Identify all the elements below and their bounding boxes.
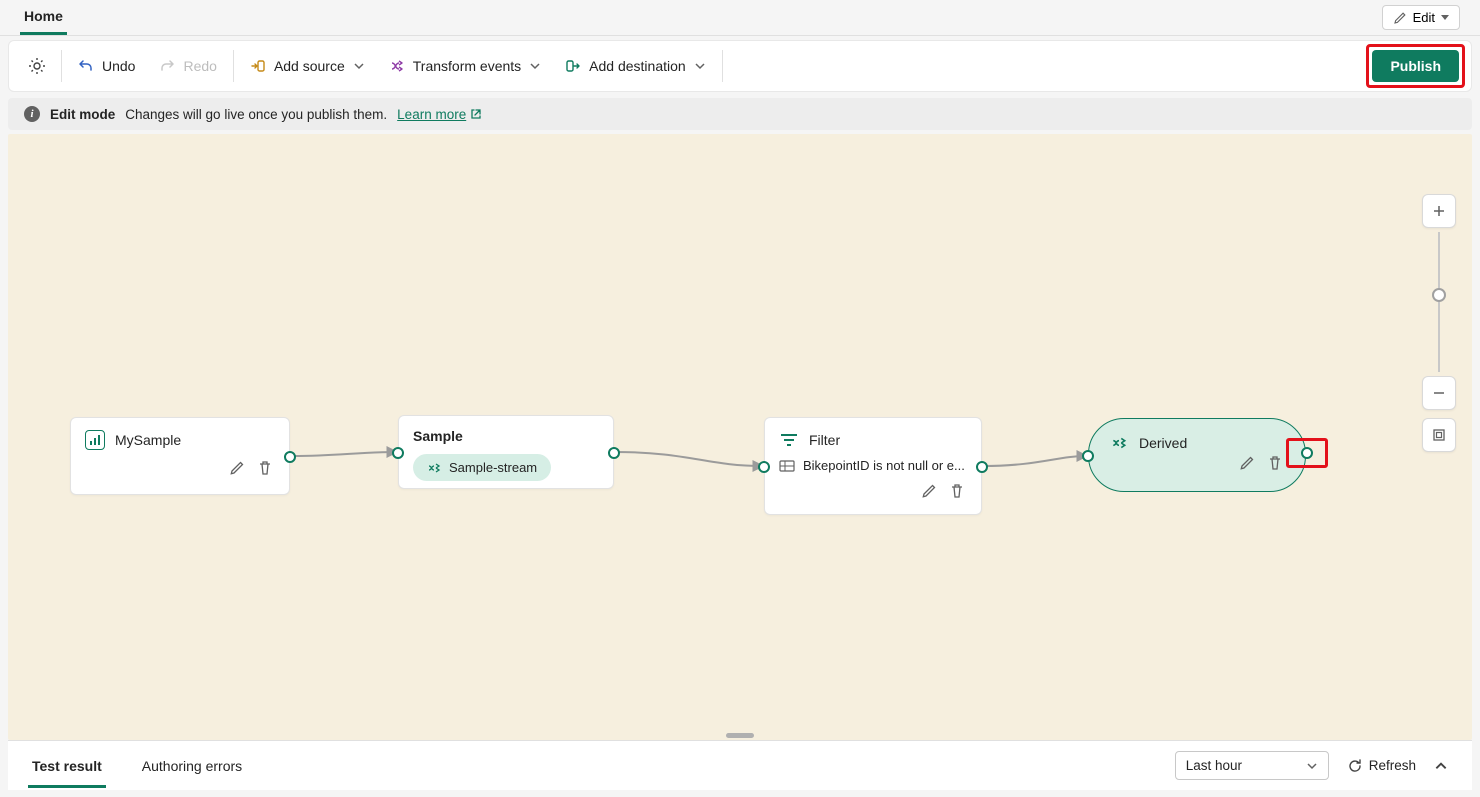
bottom-panel: Test result Authoring errors Last hour R… bbox=[8, 740, 1472, 790]
refresh-label: Refresh bbox=[1369, 758, 1416, 773]
canvas[interactable]: MySample Sample Sample-stream Filter bbox=[8, 134, 1472, 740]
node-filter[interactable]: Filter BikepointID is not null or e... bbox=[764, 417, 982, 515]
pencil-icon bbox=[1239, 455, 1255, 471]
edit-node-button[interactable] bbox=[227, 458, 247, 478]
pencil-icon bbox=[1393, 11, 1407, 25]
undo-icon bbox=[78, 58, 94, 74]
add-source-icon bbox=[250, 58, 266, 74]
panel-resize-handle[interactable] bbox=[726, 733, 754, 738]
fit-icon bbox=[1432, 428, 1446, 442]
trash-icon bbox=[1267, 455, 1283, 471]
trash-icon bbox=[257, 460, 273, 476]
output-port[interactable] bbox=[284, 451, 296, 463]
edit-node-button[interactable] bbox=[1237, 453, 1257, 473]
sample-pill-label: Sample-stream bbox=[449, 460, 537, 475]
add-destination-button[interactable]: Add destination bbox=[553, 50, 718, 82]
add-destination-icon bbox=[565, 58, 581, 74]
tab-authoring-errors[interactable]: Authoring errors bbox=[138, 744, 246, 788]
node-source[interactable]: MySample bbox=[70, 417, 290, 495]
chevron-up-icon bbox=[1434, 759, 1448, 773]
delete-node-button[interactable] bbox=[1265, 453, 1285, 473]
node-sample[interactable]: Sample Sample-stream bbox=[398, 415, 614, 489]
node-derived[interactable]: Derived bbox=[1088, 418, 1306, 492]
external-link-icon bbox=[470, 108, 482, 120]
caret-down-icon bbox=[1441, 15, 1449, 21]
node-sample-title: Sample bbox=[413, 428, 463, 444]
redo-label: Redo bbox=[183, 58, 216, 74]
edit-dropdown-button[interactable]: Edit bbox=[1382, 5, 1460, 30]
sample-stream-pill[interactable]: Sample-stream bbox=[413, 454, 551, 481]
edit-mode-label: Edit mode bbox=[50, 107, 115, 122]
toolbar: Undo Redo Add source Transform events Ad… bbox=[8, 40, 1472, 92]
add-source-label: Add source bbox=[274, 58, 345, 74]
add-destination-label: Add destination bbox=[589, 58, 686, 74]
pencil-icon bbox=[229, 460, 245, 476]
edit-label: Edit bbox=[1413, 10, 1435, 25]
node-source-title: MySample bbox=[115, 432, 181, 448]
plus-icon bbox=[1432, 204, 1446, 218]
collapse-panel-button[interactable] bbox=[1430, 755, 1452, 777]
transform-label: Transform events bbox=[413, 58, 521, 74]
edit-node-button[interactable] bbox=[919, 481, 939, 501]
pencil-icon bbox=[921, 483, 937, 499]
zoom-slider-track[interactable] bbox=[1438, 232, 1440, 372]
chevron-down-icon bbox=[1306, 760, 1318, 772]
filter-icon bbox=[779, 430, 799, 450]
redo-button[interactable]: Redo bbox=[147, 50, 228, 82]
stream-icon bbox=[1109, 433, 1129, 453]
time-range-select[interactable]: Last hour bbox=[1175, 751, 1329, 780]
fit-to-screen-button[interactable] bbox=[1422, 418, 1456, 452]
refresh-button[interactable]: Refresh bbox=[1347, 758, 1416, 774]
publish-button[interactable]: Publish bbox=[1372, 50, 1459, 82]
tab-home[interactable]: Home bbox=[20, 0, 67, 35]
chevron-down-icon bbox=[694, 60, 706, 72]
learn-more-link[interactable]: Learn more bbox=[397, 107, 482, 122]
minus-icon bbox=[1432, 386, 1446, 400]
output-port[interactable] bbox=[976, 461, 988, 473]
stream-icon bbox=[427, 461, 441, 475]
output-port[interactable] bbox=[608, 447, 620, 459]
zoom-in-button[interactable] bbox=[1422, 194, 1456, 228]
eventstream-icon bbox=[85, 430, 105, 450]
input-port[interactable] bbox=[1082, 450, 1094, 462]
node-filter-title: Filter bbox=[809, 432, 840, 448]
time-range-value: Last hour bbox=[1186, 758, 1242, 773]
undo-button[interactable]: Undo bbox=[66, 50, 147, 82]
refresh-icon bbox=[1347, 758, 1363, 774]
add-source-button[interactable]: Add source bbox=[238, 50, 377, 82]
redo-icon bbox=[159, 58, 175, 74]
publish-highlight: Publish bbox=[1366, 44, 1465, 88]
edit-mode-message: Changes will go live once you publish th… bbox=[125, 107, 387, 122]
gear-icon bbox=[27, 56, 47, 76]
chevron-down-icon bbox=[353, 60, 365, 72]
chevron-down-icon bbox=[529, 60, 541, 72]
header-tabs: Home Edit bbox=[0, 0, 1480, 36]
edit-mode-infobar: i Edit mode Changes will go live once yo… bbox=[8, 98, 1472, 130]
settings-button[interactable] bbox=[17, 48, 57, 84]
expression-icon bbox=[779, 460, 795, 472]
filter-expression: BikepointID is not null or e... bbox=[803, 458, 965, 473]
info-icon: i bbox=[24, 106, 40, 122]
transform-icon bbox=[389, 58, 405, 74]
node-derived-title: Derived bbox=[1139, 435, 1187, 451]
transform-events-button[interactable]: Transform events bbox=[377, 50, 553, 82]
zoom-controls bbox=[1422, 194, 1456, 452]
delete-node-button[interactable] bbox=[255, 458, 275, 478]
undo-label: Undo bbox=[102, 58, 135, 74]
trash-icon bbox=[949, 483, 965, 499]
output-port[interactable] bbox=[1301, 447, 1313, 459]
input-port[interactable] bbox=[392, 447, 404, 459]
delete-node-button[interactable] bbox=[947, 481, 967, 501]
zoom-slider-thumb[interactable] bbox=[1432, 288, 1446, 302]
input-port[interactable] bbox=[758, 461, 770, 473]
zoom-out-button[interactable] bbox=[1422, 376, 1456, 410]
tab-test-result[interactable]: Test result bbox=[28, 744, 106, 788]
derived-output-highlight bbox=[1286, 438, 1328, 468]
